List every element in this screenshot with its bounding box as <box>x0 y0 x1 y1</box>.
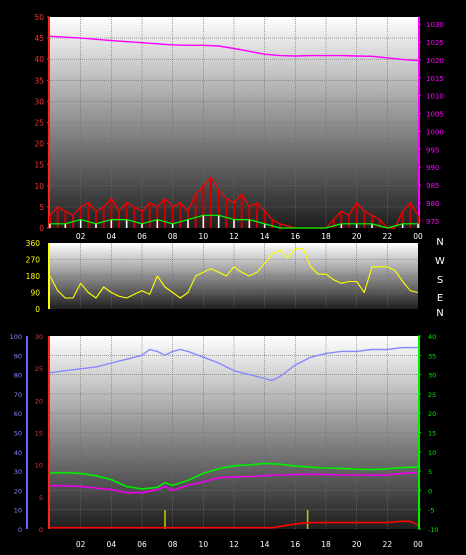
barometer-tick-label: 980 <box>426 200 439 208</box>
wind-tick-label: 45 <box>34 34 44 43</box>
bottom-x-tick-label: 22 <box>383 540 393 549</box>
temperature-tick-label: 5 <box>428 468 432 476</box>
barometer-tick-label: 1030 <box>426 21 444 29</box>
bottom-x-tick-label: 08 <box>168 540 178 549</box>
temperature-tick-label: 0 <box>428 487 432 495</box>
barometer-tick-label: 1010 <box>426 93 444 101</box>
wind-tick-label: 10 <box>34 182 44 191</box>
wind-tick-label: 40 <box>34 55 44 64</box>
direction-tick-label: 180 <box>26 272 41 281</box>
wind-tick-label: 50 <box>34 13 44 22</box>
humidity-tick-label: 50 <box>14 430 22 438</box>
wind-x-tick-label: 10 <box>199 232 209 241</box>
bottom-x-tick-label: 06 <box>137 540 147 549</box>
wind-x-tick-label: 06 <box>137 232 147 241</box>
compass-label: N <box>436 308 443 319</box>
temperature-tick-label: -10 <box>428 526 439 534</box>
humidity-tick-label: 80 <box>14 372 22 380</box>
bottom-x-tick-label: 04 <box>107 540 117 549</box>
wind-x-tick-label: 20 <box>352 232 362 241</box>
barometer-tick-label: 1000 <box>426 128 444 136</box>
wind-tick-label: 5 <box>39 203 44 212</box>
direction-tick-label: 90 <box>30 289 40 298</box>
wind-tick-label: 0 <box>39 224 44 233</box>
bottom-x-tick-label: 18 <box>321 540 331 549</box>
temperature-tick-label: 25 <box>428 391 436 399</box>
compass-label: S <box>437 275 443 286</box>
bottom-x-tick-label: 10 <box>199 540 209 549</box>
wind-tick-label: 35 <box>34 76 44 85</box>
wind-x-tick-label: 14 <box>260 232 270 241</box>
rain-tick-label: 5 <box>39 494 43 502</box>
humidity-tick-label: 70 <box>14 391 22 399</box>
rain-tick-label: 30 <box>35 333 43 341</box>
temperature-tick-label: 35 <box>428 352 436 360</box>
humidity-tick-label: 100 <box>10 333 22 341</box>
humidity-tick-label: 60 <box>14 410 22 418</box>
humidity-tick-label: 90 <box>14 352 22 360</box>
wind-tick-label: 20 <box>34 140 44 149</box>
temperature-tick-label: 20 <box>428 410 436 418</box>
direction-tick-label: 360 <box>26 239 41 248</box>
bottom-x-tick-label: 20 <box>352 540 362 549</box>
temperature-tick-label: 30 <box>428 372 436 380</box>
wind-tick-label: 15 <box>34 161 44 170</box>
wind-tick-label: 25 <box>34 119 44 128</box>
barometer-tick-label: 1015 <box>426 75 444 83</box>
barometer-tick-label: 975 <box>426 218 439 226</box>
bottom-x-tick-label: 00 <box>413 540 423 549</box>
humidity-tick-label: 20 <box>14 487 22 495</box>
direction-tick-label: 270 <box>26 256 41 265</box>
bottom-x-tick-label: 12 <box>229 540 239 549</box>
weather-chart-svg: 0510152025303540455097598098599099510001… <box>10 13 445 549</box>
humidity-tick-label: 0 <box>18 526 22 534</box>
barometer-tick-label: 990 <box>426 164 439 172</box>
wind-x-tick-label: 22 <box>383 232 393 241</box>
temperature-tick-label: 10 <box>428 449 436 457</box>
compass-label: W <box>435 256 445 267</box>
compass-label: E <box>437 293 443 304</box>
wind-tick-label: 30 <box>34 97 44 106</box>
barometer-tick-label: 1025 <box>426 39 444 47</box>
wind-x-tick-label: 04 <box>107 232 117 241</box>
wind-x-tick-label: 12 <box>229 232 239 241</box>
bottom-x-tick-label: 16 <box>291 540 301 549</box>
rain-tick-label: 15 <box>35 430 43 438</box>
temperature-tick-label: -5 <box>428 507 434 515</box>
wind-x-tick-label: 02 <box>76 232 86 241</box>
rain-tick-label: 0 <box>39 526 43 534</box>
bottom-x-tick-label: 02 <box>76 540 86 549</box>
wind-x-tick-label: 08 <box>168 232 178 241</box>
compass-label: N <box>436 237 443 248</box>
barometer-tick-label: 1005 <box>426 111 444 119</box>
humidity-tick-label: 10 <box>14 507 22 515</box>
humidity-tick-label: 30 <box>14 468 22 476</box>
rain-tick-label: 25 <box>35 365 43 373</box>
wind-x-tick-label: 00 <box>413 232 423 241</box>
barometer-tick-label: 985 <box>426 182 439 190</box>
weather-24h-graph: 0 5 10 15 20 25 30 35 40 45 50 975 980 985 990 995 1000 1… <box>0 0 466 555</box>
temperature-tick-label: 15 <box>428 430 436 438</box>
temperature-tick-label: 40 <box>428 333 436 341</box>
barometer-tick-label: 995 <box>426 146 439 154</box>
rain-tick-label: 20 <box>35 397 43 405</box>
rain-tick-label: 10 <box>35 462 43 470</box>
wind-x-tick-label: 16 <box>291 232 301 241</box>
humidity-tick-label: 40 <box>14 449 22 457</box>
bottom-x-tick-label: 14 <box>260 540 270 549</box>
barometer-tick-label: 1020 <box>426 57 444 65</box>
wind-x-tick-label: 18 <box>321 232 331 241</box>
direction-tick-label: 0 <box>35 305 40 314</box>
